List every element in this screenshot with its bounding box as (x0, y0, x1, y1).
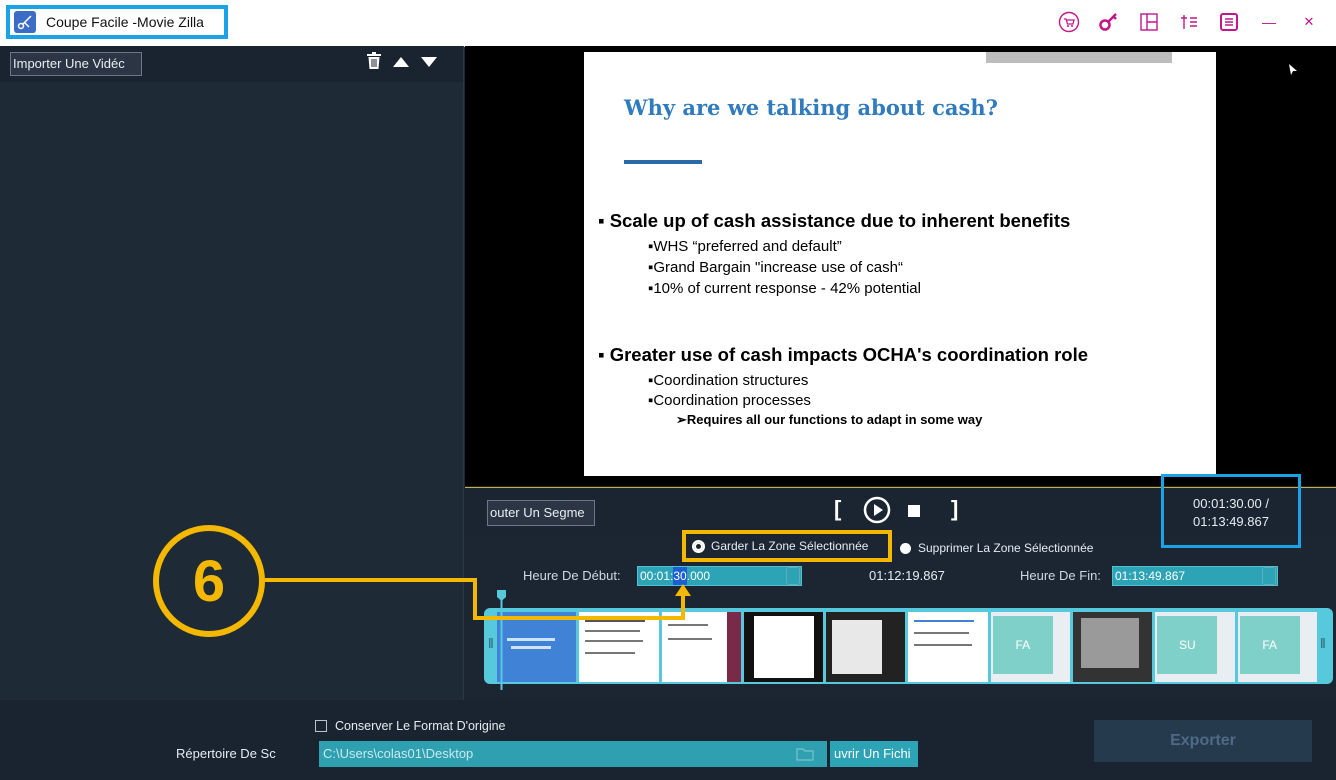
output-dir-value: C:\Users\colas01\Desktop (323, 746, 474, 761)
keep-format-option[interactable]: Conserver Le Format D'origine (315, 719, 506, 733)
output-dir-field[interactable]: C:\Users\colas01\Desktop (319, 741, 827, 767)
folder-icon[interactable] (796, 746, 814, 767)
keep-format-label: Conserver Le Format D'origine (335, 719, 506, 733)
output-dir-label: Répertoire De Sc (176, 746, 276, 761)
export-button[interactable]: Exporter (1094, 720, 1312, 762)
open-file-button[interactable]: uvrir Un Fichi (830, 741, 918, 767)
keep-format-checkbox[interactable] (315, 720, 327, 732)
